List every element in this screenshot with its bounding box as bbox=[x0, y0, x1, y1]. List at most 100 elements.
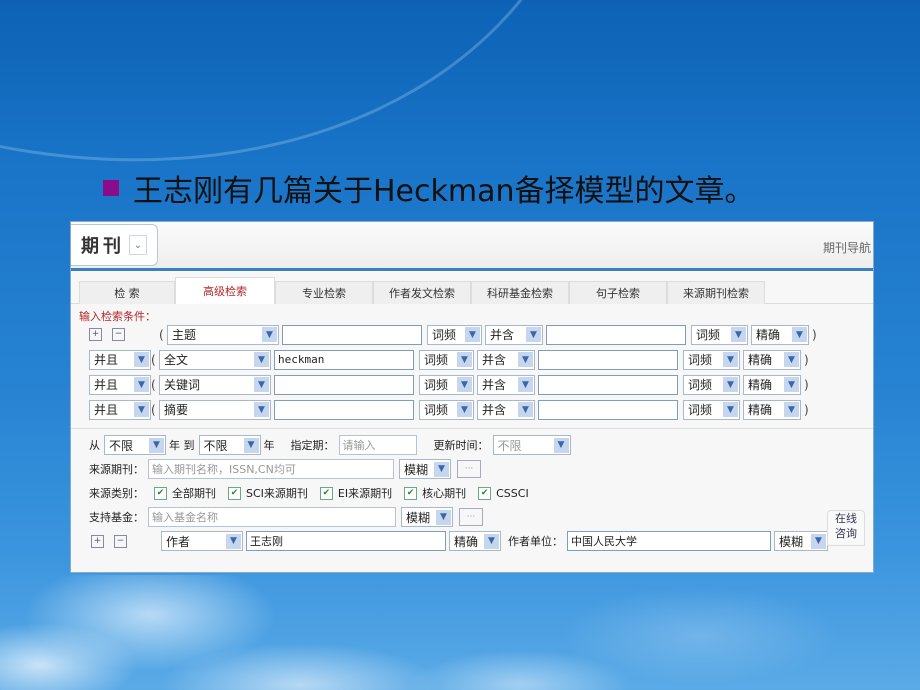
field-select[interactable]: 全文 ▼ bbox=[159, 349, 271, 370]
chevron-down-icon: ▼ bbox=[784, 402, 799, 417]
relation-value: 并含 bbox=[490, 328, 515, 342]
fund-more-button[interactable]: ··· bbox=[459, 508, 483, 526]
conditions-label: 输入检索条件： bbox=[79, 310, 156, 323]
freq1-select[interactable]: 词频 ▼ bbox=[419, 349, 474, 370]
term2-input[interactable] bbox=[538, 374, 678, 395]
tab-fund-search[interactable]: 科研基金检索 bbox=[471, 281, 569, 304]
checkbox-sci[interactable]: ✔ bbox=[228, 486, 241, 500]
author-field-select[interactable]: 作者 ▼ bbox=[161, 531, 243, 551]
author-input[interactable]: 王志刚 bbox=[246, 531, 446, 551]
fund-row: 支持基金： 输入基金名称 模糊 ▼ ··· bbox=[89, 505, 873, 529]
logic-select[interactable]: 并且 ▼ bbox=[89, 349, 151, 370]
chevron-down-icon: ▼ bbox=[526, 327, 541, 342]
term1-input[interactable]: heckman bbox=[274, 349, 414, 370]
term1-input[interactable] bbox=[282, 324, 422, 345]
author-match-select[interactable]: 精确 ▼ bbox=[449, 531, 501, 551]
to-year-select[interactable]: 不限 ▼ bbox=[198, 435, 261, 455]
checkbox-label: EI来源期刊 bbox=[337, 487, 393, 500]
freq1-select[interactable]: 词频 ▼ bbox=[427, 324, 482, 345]
field-select-value: 全文 bbox=[164, 353, 189, 367]
tab-author-search[interactable]: 作者发文检索 bbox=[373, 281, 471, 304]
tab-advanced-search[interactable]: 高级检索 bbox=[175, 277, 275, 304]
chevron-down-icon: ▼ bbox=[457, 402, 472, 417]
chevron-down-icon: ▼ bbox=[254, 377, 269, 392]
logic-select[interactable]: 并且 ▼ bbox=[89, 374, 151, 395]
term1-input[interactable] bbox=[274, 399, 414, 420]
slide-title: 王志刚有几篇关于Heckman备择模型的文章。 bbox=[103, 166, 755, 210]
field-select[interactable]: 主题 ▼ bbox=[167, 324, 279, 345]
term1-input[interactable] bbox=[274, 374, 414, 395]
update-time-value: 不限 bbox=[497, 438, 522, 453]
remove-row-icon[interactable]: − bbox=[114, 534, 127, 548]
condition-row: 并且 ▼ ( 关键词 ▼ 词频 ▼ 并含 ▼ 词频 ▼ 精确 ▼ ) bbox=[79, 372, 873, 397]
freq1-select[interactable]: 词频 ▼ bbox=[419, 374, 474, 395]
logic-select[interactable]: 并且 ▼ bbox=[89, 399, 151, 420]
chevron-down-icon[interactable]: ⌄ bbox=[129, 235, 147, 255]
author-unit-input[interactable]: 中国人民大学 bbox=[567, 531, 771, 551]
journal-nav-link[interactable]: 期刊导航 bbox=[823, 239, 871, 256]
freq1-select[interactable]: 词频 ▼ bbox=[419, 399, 474, 420]
checkbox-cssci[interactable]: ✔ bbox=[478, 486, 492, 500]
checkbox-ei[interactable]: ✔ bbox=[319, 486, 333, 500]
source-journal-input[interactable]: 输入期刊名称，ISSN,CN均可 bbox=[148, 459, 394, 479]
from-year-select[interactable]: 不限 ▼ bbox=[104, 435, 166, 455]
source-more-button[interactable]: ··· bbox=[457, 460, 481, 478]
fund-match-select[interactable]: 模糊 ▼ bbox=[401, 507, 453, 527]
tab-professional-search[interactable]: 专业检索 bbox=[275, 281, 373, 304]
unit-match-value: 模糊 bbox=[779, 534, 804, 549]
add-row-icon[interactable]: + bbox=[91, 534, 104, 548]
chevron-down-icon: ▼ bbox=[484, 533, 499, 549]
relation-select[interactable]: 并含 ▼ bbox=[477, 349, 535, 370]
freq2-value: 词频 bbox=[696, 328, 721, 342]
chevron-down-icon: ▼ bbox=[149, 437, 164, 453]
author-field-value: 作者 bbox=[166, 534, 191, 549]
field-select-value: 主题 bbox=[172, 328, 197, 342]
checkbox-core[interactable]: ✔ bbox=[404, 486, 418, 500]
checkbox-label: CSSCI bbox=[496, 486, 529, 500]
search-tabs: 检 索 高级检索 专业检索 作者发文检索 科研基金检索 句子检索 来源期刊检索 bbox=[71, 277, 873, 304]
remove-row-icon[interactable]: − bbox=[112, 328, 125, 341]
update-time-select[interactable]: 不限 ▼ bbox=[492, 435, 571, 455]
source-match-select[interactable]: 模糊 ▼ bbox=[399, 459, 451, 479]
date-row: 不限 从 不限 ▼ 年 到 不限 ▼ 年 指定期： 请输入 更新时间： 不限 ▼ bbox=[89, 433, 873, 457]
field-select[interactable]: 摘要 ▼ bbox=[159, 399, 271, 420]
tab-basic-search[interactable]: 检 索 bbox=[79, 281, 175, 304]
unit-match-select[interactable]: 模糊 ▼ bbox=[774, 531, 828, 551]
match-select[interactable]: 精确 ▼ bbox=[743, 349, 801, 370]
chevron-down-icon: ▼ bbox=[811, 533, 826, 549]
relation-select[interactable]: 并含 ▼ bbox=[485, 324, 543, 345]
tab-source-journal-search[interactable]: 来源期刊检索 bbox=[667, 281, 765, 304]
tab-sentence-search[interactable]: 句子检索 bbox=[569, 281, 667, 304]
condition-row: + − ( 主题 ▼ 词频 ▼ 并含 ▼ 词频 ▼ 精确 ▼ ) bbox=[79, 322, 873, 347]
match-value: 精确 bbox=[756, 328, 781, 342]
field-select[interactable]: 关键词 ▼ bbox=[159, 374, 271, 395]
close-paren: ) bbox=[812, 327, 817, 342]
term2-input[interactable] bbox=[546, 324, 686, 345]
database-select[interactable]: 期刊 ⌄ bbox=[71, 224, 158, 266]
match-select[interactable]: 精确 ▼ bbox=[743, 374, 801, 395]
relation-select[interactable]: 并含 ▼ bbox=[477, 374, 535, 395]
freq2-select[interactable]: 词频 ▼ bbox=[683, 349, 740, 370]
slide-title-text: 王志刚有几篇关于Heckman备择模型的文章。 bbox=[133, 174, 755, 209]
close-paren: ) bbox=[804, 377, 809, 392]
add-row-icon[interactable]: + bbox=[89, 328, 102, 341]
freq1-value: 词频 bbox=[432, 328, 457, 342]
freq2-select[interactable]: 词频 ▼ bbox=[683, 399, 740, 420]
source-category-label: 来源类别： bbox=[89, 487, 144, 500]
period-label: 指定期： bbox=[290, 439, 335, 452]
period-input[interactable]: 请输入 bbox=[338, 435, 417, 455]
freq2-select[interactable]: 词频 ▼ bbox=[683, 374, 740, 395]
chevron-down-icon: ▼ bbox=[723, 352, 738, 367]
relation-select[interactable]: 并含 ▼ bbox=[477, 399, 535, 420]
term2-input[interactable] bbox=[538, 349, 678, 370]
checkbox-label: 全部期刊 bbox=[172, 487, 216, 500]
online-consult-button[interactable]: 在线 咨询 bbox=[827, 510, 865, 546]
checkbox-all-journals[interactable]: ✔ bbox=[154, 486, 167, 500]
fund-input[interactable]: 输入基金名称 bbox=[148, 507, 396, 527]
freq1-value: 词频 bbox=[424, 403, 449, 417]
match-select[interactable]: 精确 ▼ bbox=[743, 399, 801, 420]
freq2-select[interactable]: 词频 ▼ bbox=[691, 324, 748, 345]
field-select-value: 摘要 bbox=[164, 403, 189, 417]
match-select[interactable]: 精确 ▼ bbox=[751, 324, 809, 345]
term2-input[interactable] bbox=[538, 399, 678, 420]
